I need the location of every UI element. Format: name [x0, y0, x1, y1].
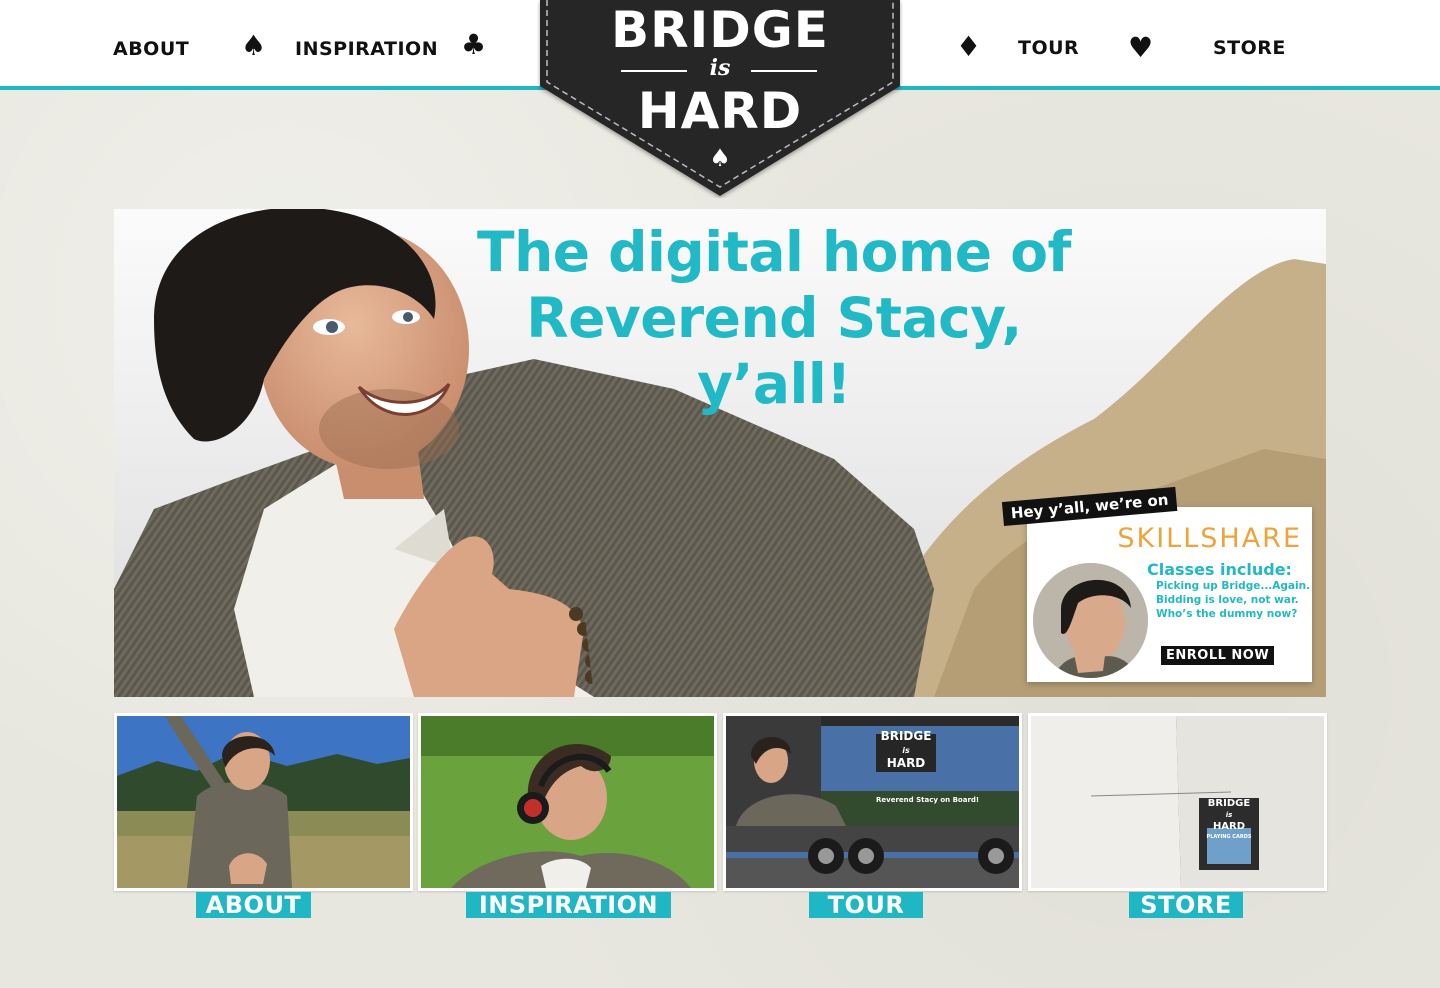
ad-course-item: Bidding is love, not war.	[1156, 594, 1299, 606]
nav-link-inspiration[interactable]: INSPIRATION	[295, 36, 438, 62]
tile-tour[interactable]: BRIDGE is HARD Reverend Stacy on Board!	[723, 713, 1022, 891]
tile-inspiration-photo	[421, 716, 714, 888]
tile-label-tour[interactable]: TOUR	[809, 892, 923, 918]
hero-headline-line-2: Reverend Stacy, y’all!	[526, 286, 1022, 416]
logo-word-is: is	[709, 55, 731, 81]
bus-logo-line-1: BRIDGE	[880, 729, 932, 743]
avatar-portrait-icon	[1033, 563, 1148, 678]
spade-icon: ♠	[241, 29, 267, 62]
tile-about[interactable]	[114, 713, 413, 891]
nav-link-about[interactable]: ABOUT	[113, 36, 189, 62]
heart-icon: ♥	[1128, 31, 1154, 64]
bus-caption: Reverend Stacy on Board!	[876, 796, 980, 804]
ad-avatar-photo	[1033, 563, 1148, 678]
card-box-logo: BRIDGE is HARD	[1199, 798, 1259, 832]
site-logo-badge[interactable]: BRIDGE is HARD ♠	[537, 0, 903, 198]
ad-classes-heading: Classes include:	[1147, 560, 1292, 579]
ad-course-item: Picking up Bridge...Again.	[1156, 580, 1311, 592]
logo-spade-icon: ♠	[709, 144, 731, 172]
tile-label-inspiration[interactable]: INSPIRATION	[466, 892, 671, 918]
nav-link-store[interactable]: STORE	[1213, 35, 1286, 61]
tile-label-about[interactable]: ABOUT	[196, 892, 311, 918]
tile-inspiration[interactable]	[418, 713, 717, 891]
tile-label-store[interactable]: STORE	[1129, 892, 1243, 918]
card-box-caption: PLAYING CARDS	[1206, 834, 1252, 840]
open-book-photo	[1031, 716, 1324, 888]
diamond-icon: ♦	[956, 30, 982, 63]
nav-link-tour[interactable]: TOUR	[1018, 35, 1079, 61]
tile-store[interactable]: BRIDGE is HARD PLAYING CARDS	[1028, 713, 1327, 891]
skillshare-logo: SKILLSHARE	[1117, 523, 1302, 554]
enroll-now-button[interactable]: ENROLL NOW	[1161, 646, 1275, 665]
tile-tour-photo: BRIDGE is HARD Reverend Stacy on Board!	[726, 716, 1019, 888]
bus-logo-line-3: HARD	[886, 756, 926, 770]
box-logo-line-1: BRIDGE	[1207, 798, 1251, 809]
meadow-photo	[117, 716, 410, 888]
tile-store-photo: BRIDGE is HARD PLAYING CARDS	[1031, 716, 1324, 888]
bus-logo-line-2: is	[902, 746, 910, 755]
bus-logo: BRIDGE is HARD	[876, 730, 936, 770]
hero-headline-line-1: The digital home of	[477, 220, 1071, 284]
grass-photo	[421, 716, 714, 888]
club-icon: ♣	[461, 28, 487, 61]
skillshare-ad-card[interactable]: SKILLSHARE Classes include: Picking up B…	[1027, 507, 1312, 682]
logo-word-bridge: BRIDGE	[611, 1, 829, 59]
box-logo-line-3: HARD	[1212, 821, 1246, 832]
logo-word-hard: HARD	[637, 82, 803, 140]
hero-headline: The digital home of Reverend Stacy, y’al…	[444, 219, 1104, 417]
box-logo-line-2: is	[1225, 811, 1233, 819]
logo-rule-right	[751, 70, 817, 72]
tile-about-photo	[117, 716, 410, 888]
ad-course-item: Who’s the dummy now?	[1156, 608, 1298, 620]
